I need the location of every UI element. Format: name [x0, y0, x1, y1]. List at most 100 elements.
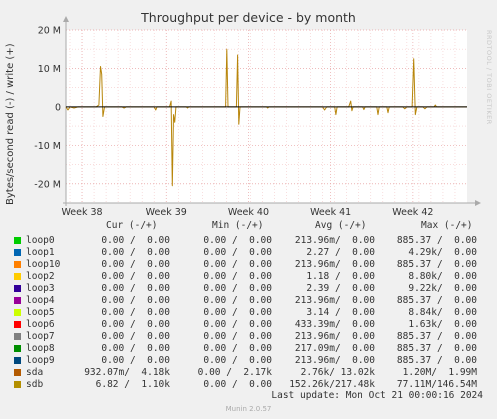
legend-swatch — [14, 345, 21, 352]
legend-value-max: 885.37 / 0.00 — [396, 343, 477, 354]
legend-value-cur: 0.00 / 0.00 — [101, 235, 170, 246]
legend-swatch — [14, 249, 21, 256]
legend-header-cur: Cur (-/+) — [106, 220, 158, 231]
legend-value-avg: 213.96m/ 0.00 — [294, 331, 375, 342]
legend-value-cur: 0.00 / 0.00 — [101, 343, 170, 354]
legend-value-min: 0.00 / 0.00 — [203, 355, 272, 366]
x-tick-label: Week 41 — [310, 207, 351, 218]
x-tick-label: Week 42 — [392, 207, 433, 218]
legend-header-max: Max (-/+) — [421, 220, 473, 231]
legend-value-max: 8.80k/ 0.00 — [408, 271, 477, 282]
legend-row-sda: sda 932.07m/ 4.18k 0.00 / 2.17k 2.76k/ 13.0… — [0, 367, 497, 379]
legend-row-loop10: loop10 0.00 / 0.00 0.00 / 0.00 213.96m/ 0.0… — [0, 259, 497, 271]
legend-swatch — [14, 321, 21, 328]
legend-series-name: loop8 — [26, 343, 55, 354]
chart: Throughput per device - by month RRDTOOL… — [0, 0, 497, 419]
legend-series-name: loop6 — [26, 319, 55, 330]
legend-value-avg: 213.96m/ 0.00 — [294, 235, 375, 246]
legend-value-max: 1.63k/ 0.00 — [408, 319, 477, 330]
legend-value-min: 0.00 / 0.00 — [203, 307, 272, 318]
legend-value-max: 885.37 / 0.00 — [396, 295, 477, 306]
legend-series-name: loop10 — [26, 259, 61, 270]
y-tick-label: 10 M — [38, 64, 61, 75]
legend-value-min: 0.00 / 0.00 — [203, 259, 272, 270]
legend-value-min: 0.00 / 0.00 — [203, 235, 272, 246]
legend-series-name: loop0 — [26, 235, 55, 246]
legend-value-avg: 2.27 / 0.00 — [306, 247, 375, 258]
legend-value-min: 0.00 / 2.17k — [197, 367, 272, 378]
legend-value-min: 0.00 / 0.00 — [203, 343, 272, 354]
legend-value-max: 885.37 / 0.00 — [396, 259, 477, 270]
x-tick-label: Week 38 — [61, 207, 102, 218]
legend-series-name: loop2 — [26, 271, 55, 282]
legend-value-cur: 0.00 / 0.00 — [101, 247, 170, 258]
legend-value-max: 1.20M/ 1.99M — [402, 367, 477, 378]
legend-value-cur: 0.00 / 0.00 — [101, 355, 170, 366]
legend-value-cur: 0.00 / 0.00 — [101, 283, 170, 294]
legend-row-loop2: loop2 0.00 / 0.00 0.00 / 0.00 1.18 / 0.00 8.… — [0, 271, 497, 283]
legend-series-name: sdb — [26, 379, 44, 390]
legend-value-avg: 152.26k/217.48k — [289, 379, 375, 390]
plot-area: 20 M 10 M 0 -10 M -20 M Week 38 Week 39 Week 40… — [34, 16, 481, 218]
legend-row-loop7: loop7 0.00 / 0.00 0.00 / 0.00 213.96m/ 0.00… — [0, 331, 497, 343]
legend-value-cur: 0.00 / 0.00 — [101, 271, 170, 282]
legend-row-loop0: loop0 0.00 / 0.00 0.00 / 0.00 213.96m/ 0.00… — [0, 235, 497, 247]
legend-value-max: 8.84k/ 0.00 — [408, 307, 477, 318]
legend-swatch — [14, 261, 21, 268]
legend-value-min: 0.00 / 0.00 — [203, 247, 272, 258]
legend-swatch — [14, 285, 21, 292]
legend-row-loop9: loop9 0.00 / 0.00 0.00 / 0.00 213.96m/ 0.00… — [0, 355, 497, 367]
legend-value-min: 0.00 / 0.00 — [203, 271, 272, 282]
legend-series-name: loop1 — [26, 247, 55, 258]
x-axis-arrow — [475, 200, 481, 206]
legend-value-avg: 213.96m/ 0.00 — [294, 355, 375, 366]
legend-value-max: 4.29k/ 0.00 — [408, 247, 477, 258]
legend-series-name: loop4 — [26, 295, 55, 306]
legend-value-cur: 932.07m/ 4.18k — [84, 367, 170, 378]
legend-value-max: 885.37 / 0.00 — [396, 235, 477, 246]
legend-value-avg: 3.14 / 0.00 — [306, 307, 375, 318]
y-tick-label: 0 — [55, 102, 61, 113]
legend-series-name: loop9 — [26, 355, 55, 366]
legend-series-name: loop3 — [26, 283, 55, 294]
legend-value-min: 0.00 / 0.00 — [203, 331, 272, 342]
legend-series-name: loop5 — [26, 307, 55, 318]
legend-value-max: 885.37 / 0.00 — [396, 355, 477, 366]
legend-value-min: 0.00 / 0.00 — [203, 379, 272, 390]
legend-value-cur: 0.00 / 0.00 — [101, 295, 170, 306]
legend-series-name: loop7 — [26, 331, 55, 342]
legend-swatch — [14, 381, 21, 388]
legend-value-avg: 213.96m/ 0.00 — [294, 259, 375, 270]
legend-value-min: 0.00 / 0.00 — [203, 295, 272, 306]
legend-value-max: 77.11M/146.54M — [396, 379, 477, 390]
legend-swatch — [14, 273, 21, 280]
legend-value-avg: 433.39m/ 0.00 — [294, 319, 375, 330]
legend-value-cur: 0.00 / 0.00 — [101, 319, 170, 330]
legend-swatch — [14, 333, 21, 340]
legend-swatch — [14, 357, 21, 364]
legend-value-min: 0.00 / 0.00 — [203, 283, 272, 294]
legend-value-max: 885.37 / 0.00 — [396, 331, 477, 342]
legend-value-cur: 0.00 / 0.00 — [101, 307, 170, 318]
legend-row-loop4: loop4 0.00 / 0.00 0.00 / 0.00 213.96m/ 0.00… — [0, 295, 497, 307]
legend-value-avg: 2.76k/ 13.02k — [300, 367, 375, 378]
legend-swatch — [14, 369, 21, 376]
y-tick-label: 20 M — [38, 26, 61, 37]
legend-value-avg: 1.18 / 0.00 — [306, 271, 375, 282]
legend-value-avg: 2.39 / 0.00 — [306, 283, 375, 294]
legend-header-avg: Avg (-/+) — [315, 220, 367, 231]
legend-value-cur: 6.82 / 1.10k — [95, 379, 170, 390]
legend-header-min: Min (-/+) — [212, 220, 264, 231]
x-tick-label: Week 40 — [228, 207, 269, 218]
legend-swatch — [14, 237, 21, 244]
y-tick-label: -10 M — [34, 141, 61, 152]
legend-swatch — [14, 309, 21, 316]
legend-row-loop1: loop1 0.00 / 0.00 0.00 / 0.00 2.27 / 0.00 4.… — [0, 247, 497, 259]
y-tick-label: -20 M — [34, 179, 61, 190]
y-axis-arrow — [63, 16, 69, 22]
munin-version: Munin 2.0.57 — [225, 405, 272, 413]
legend-value-avg: 217.09m/ 0.00 — [294, 343, 375, 354]
legend-swatch — [14, 297, 21, 304]
legend-row-loop5: loop5 0.00 / 0.00 0.00 / 0.00 3.14 / 0.00 8.… — [0, 307, 497, 319]
legend-value-cur: 0.00 / 0.00 — [101, 331, 170, 342]
